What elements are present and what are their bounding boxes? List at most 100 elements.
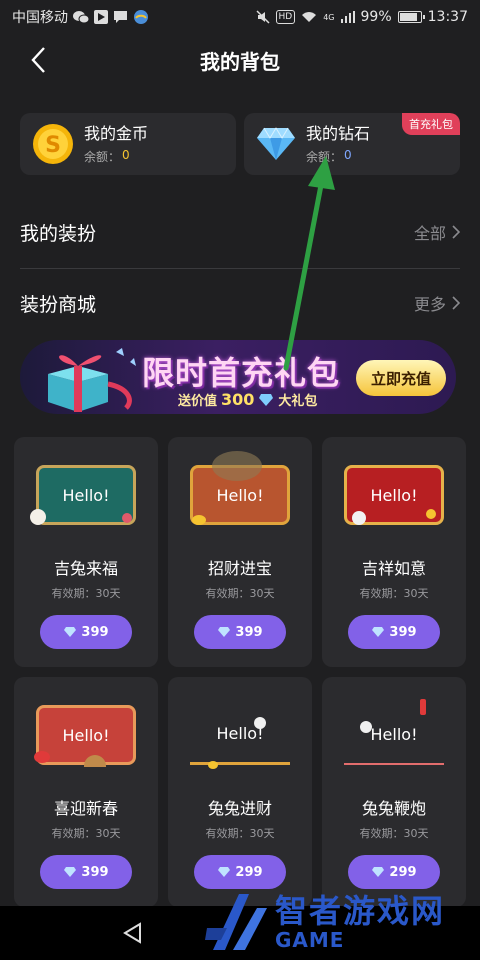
- watermark-en-text: GAME: [275, 928, 345, 952]
- item-card[interactable]: Hello! 兔兔进财 有效期：30天 299: [168, 677, 312, 907]
- item-validity: 有效期：30天: [205, 827, 275, 840]
- item-card[interactable]: Hello! 兔兔鞭炮 有效期：30天 299: [322, 677, 466, 907]
- diamond-icon: [64, 627, 77, 637]
- item-name: 喜迎新春: [53, 799, 118, 818]
- my-outfits-row[interactable]: 我的装扮 全部: [20, 197, 460, 267]
- wechat-icon: [73, 10, 89, 24]
- clock: 13:37: [427, 9, 468, 25]
- item-name: 招财进宝: [207, 559, 272, 578]
- outfit-store-row[interactable]: 装扮商城 更多: [20, 268, 460, 338]
- top-bar: 我的背包: [0, 34, 480, 86]
- item-card[interactable]: Hello! 吉祥如意 有效期：30天 399: [322, 437, 466, 667]
- outfit-frame-preview: Hello!: [344, 705, 444, 765]
- item-price: 399: [389, 624, 417, 640]
- diamond-icon: [218, 627, 231, 637]
- buy-button[interactable]: 399: [40, 615, 132, 649]
- media-icon: [94, 10, 108, 24]
- item-card[interactable]: Hello! 喜迎新春 有效期：30天 399: [14, 677, 158, 907]
- item-name: 吉兔来福: [53, 559, 118, 578]
- item-price: 399: [81, 864, 109, 880]
- outfit-frame-preview: Hello!: [36, 705, 136, 765]
- status-bar-right: HD 4G 99% 13:37: [255, 9, 468, 25]
- banner-sub-value: 300: [221, 390, 255, 409]
- diamond-icon: [372, 867, 385, 877]
- signal-icon: [340, 11, 355, 23]
- item-validity: 有效期：30天: [359, 587, 429, 600]
- rabbit-icon: [30, 509, 46, 525]
- mute-icon: [255, 10, 270, 24]
- banner-subtitle: 送价值 300 大礼包: [178, 390, 317, 409]
- outfit-frame-preview: Hello!: [36, 465, 136, 525]
- chevron-right-icon: [452, 296, 460, 310]
- coin-decoration-icon: [208, 761, 218, 769]
- buy-button[interactable]: 399: [40, 855, 132, 889]
- firecracker-icon: [420, 699, 426, 715]
- gold-coin-icon: S: [33, 124, 73, 164]
- item-validity: 有效期：30天: [51, 587, 121, 600]
- diamond-icon: [372, 627, 385, 637]
- diamond-icon: [64, 867, 77, 877]
- coin-wallet-card[interactable]: S 我的金币 余额： 0: [20, 113, 236, 175]
- my-outfits-all-label: 全部: [413, 224, 446, 243]
- item-card[interactable]: Hello! 招财进宝 有效期：30天 399: [168, 437, 312, 667]
- coin-balance-label: 余额：: [84, 149, 121, 164]
- rabbit-icon: [254, 717, 266, 729]
- status-bar-left: 中国移动: [12, 7, 149, 27]
- item-name: 兔兔进财: [207, 799, 272, 818]
- diamond-icon: [257, 127, 295, 160]
- coin-decoration-icon: [426, 509, 436, 519]
- item-validity: 有效期：30天: [51, 827, 121, 840]
- coin-wallet-title: 我的金币: [84, 123, 149, 143]
- first-recharge-badge[interactable]: 首充礼包: [402, 113, 460, 135]
- wifi-icon: [301, 11, 317, 23]
- rabbit-head-icon: [212, 451, 262, 481]
- chevron-right-icon: [452, 225, 460, 239]
- triangle-back-icon: [123, 922, 141, 944]
- item-validity: 有效期：30天: [205, 587, 275, 600]
- chevron-left-icon: [31, 47, 45, 73]
- item-price: 399: [235, 624, 263, 640]
- my-outfits-all-link[interactable]: 全部: [414, 220, 460, 244]
- item-validity: 有效期：30天: [359, 827, 429, 840]
- diamond-icon: [218, 867, 231, 877]
- diamond-icon: [259, 393, 274, 406]
- item-name: 兔兔鞭炮: [361, 799, 426, 818]
- status-bar: 中国移动 HD 4G 99% 13:37: [0, 0, 480, 34]
- buy-button[interactable]: 399: [194, 615, 286, 649]
- outfit-store-more-label: 更多: [413, 295, 446, 314]
- diamond-wallet-title: 我的钻石: [306, 123, 371, 143]
- banner-sub-prefix: 送价值: [178, 394, 218, 409]
- buy-button[interactable]: 399: [348, 615, 440, 649]
- outfit-store-label: 装扮商城: [20, 293, 97, 316]
- buy-button[interactable]: 299: [348, 855, 440, 889]
- outfit-store-more-link[interactable]: 更多: [414, 291, 460, 315]
- item-card[interactable]: Hello! 吉兔来福 有效期：30天 399: [14, 437, 158, 667]
- buy-button[interactable]: 299: [194, 855, 286, 889]
- banner-title: 限时首充礼包: [142, 354, 341, 392]
- back-button[interactable]: [20, 42, 56, 78]
- recharge-now-button[interactable]: 立即充值: [356, 360, 446, 396]
- flower-icon: [122, 513, 132, 523]
- first-recharge-banner[interactable]: 限时首充礼包 送价值 300 大礼包 立即充值: [20, 340, 456, 414]
- diamond-balance-label: 余额：: [306, 149, 343, 164]
- lantern-icon: [34, 751, 50, 763]
- page-title: 我的背包: [200, 49, 280, 74]
- item-name: 吉祥如意: [361, 559, 426, 578]
- diamond-balance-value: 0: [344, 147, 352, 162]
- gold-ingot-icon: [192, 515, 206, 525]
- app-notification-icon: [133, 9, 149, 25]
- network-type-label: 4G: [323, 12, 335, 22]
- hd-icon: HD: [275, 10, 296, 24]
- carrier-label: 中国移动: [12, 10, 68, 26]
- item-price: 399: [81, 624, 109, 640]
- rabbit-icon: [360, 721, 372, 733]
- message-icon: [113, 10, 128, 24]
- coin-balance-value: 0: [122, 147, 130, 162]
- diamond-wallet-card[interactable]: 我的钻石 余额： 0 首充礼包: [244, 113, 460, 175]
- item-price: 299: [389, 864, 417, 880]
- outfit-frame-preview: Hello!: [190, 705, 290, 765]
- nav-back-button[interactable]: [120, 920, 146, 946]
- item-price: 299: [235, 864, 263, 880]
- banner-sub-suffix: 大礼包: [278, 394, 318, 409]
- my-outfits-label: 我的装扮: [20, 222, 97, 245]
